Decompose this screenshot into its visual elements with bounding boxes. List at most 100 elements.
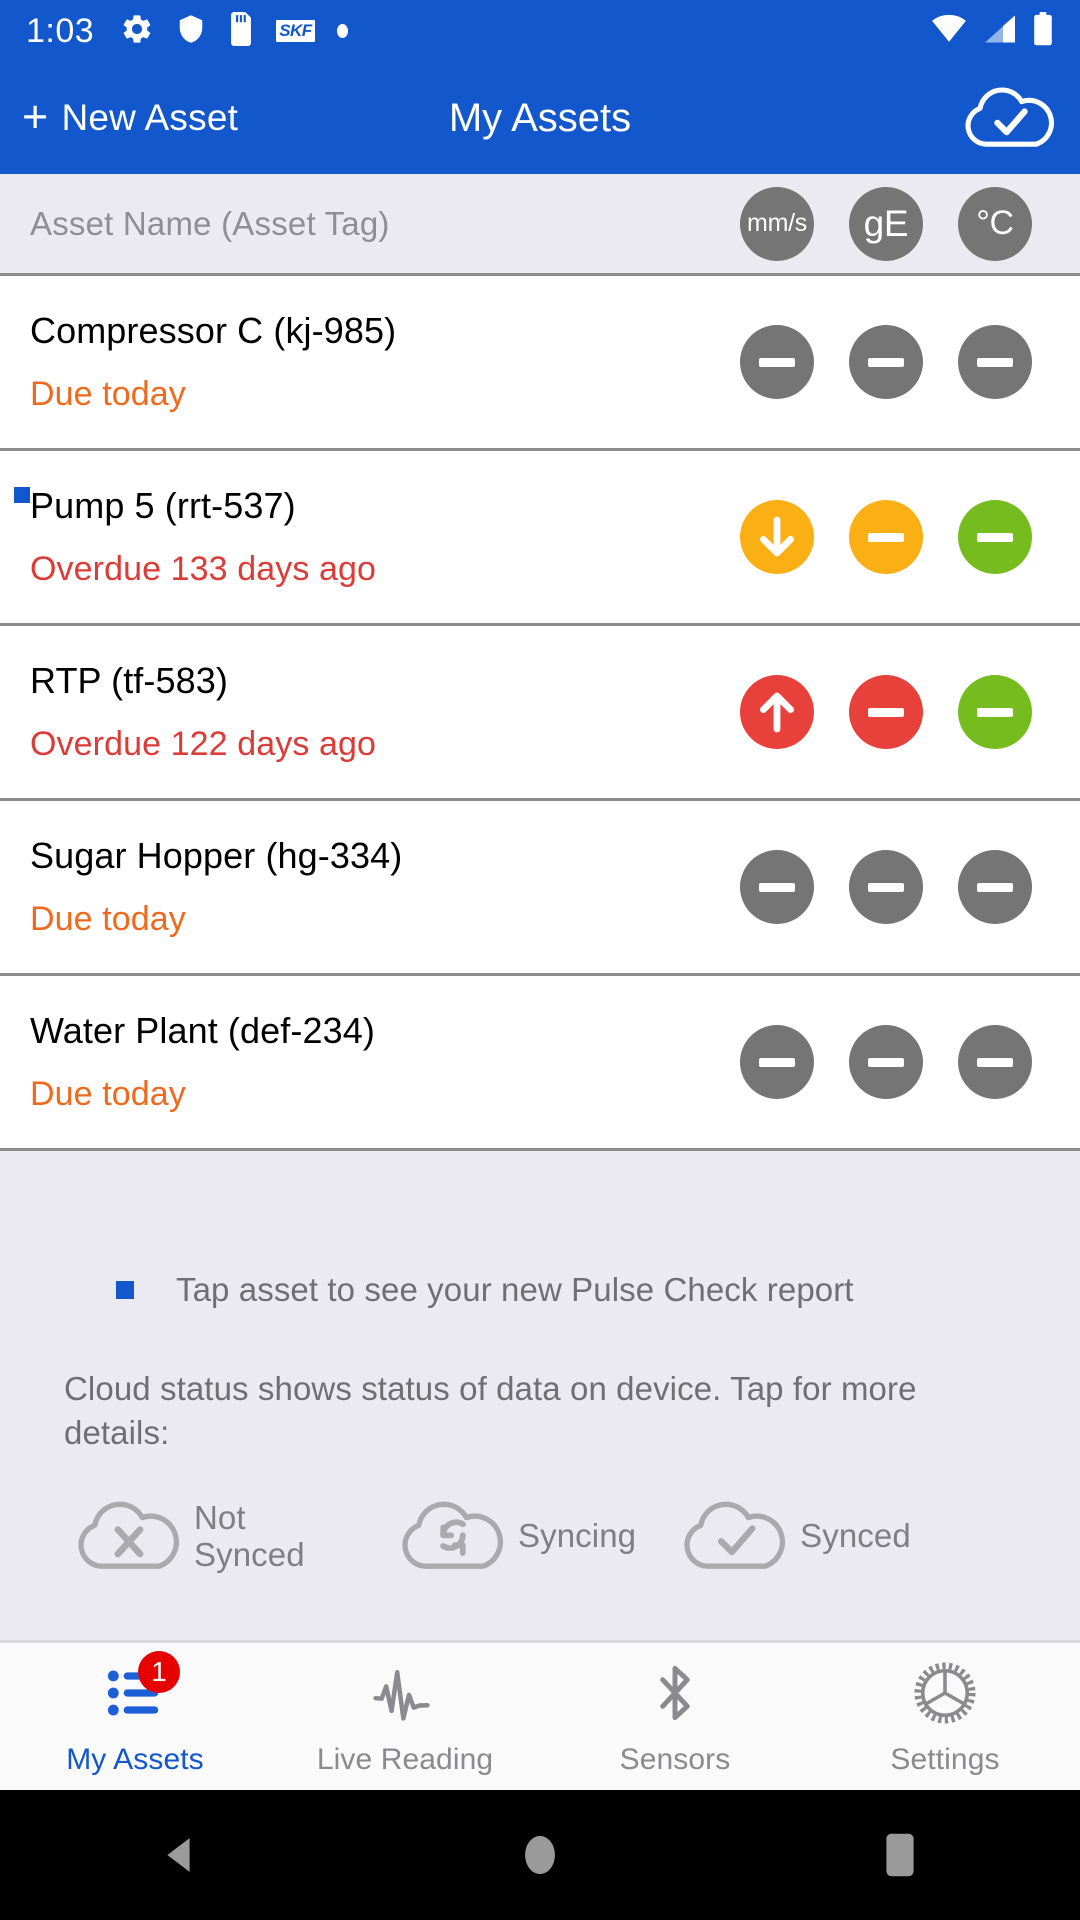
status-bar-system-icons — [930, 11, 1054, 51]
legend-label-syncing: Syncing — [518, 1517, 637, 1555]
asset-info: Pump 5 (rrt-537) Overdue 133 days ago — [30, 485, 740, 588]
back-triangle-icon[interactable] — [115, 1790, 245, 1920]
android-navigation-bar — [0, 1790, 1080, 1920]
asset-name: RTP (tf-583) — [30, 660, 228, 701]
new-asset-label: New Asset — [61, 97, 239, 138]
tab-label-sensors: Sensors — [619, 1742, 731, 1776]
status-indicator-temperature[interactable] — [958, 850, 1032, 924]
status-indicator-group — [740, 1025, 1050, 1099]
app-bar: + New Asset My Assets — [0, 62, 1080, 174]
status-indicator-enveloping[interactable] — [849, 675, 923, 749]
dot-icon — [336, 24, 348, 38]
tab-settings[interactable]: Settings — [810, 1643, 1080, 1790]
home-circle-icon[interactable] — [475, 1790, 605, 1920]
minus-glyph — [977, 532, 1013, 542]
gear-icon — [120, 12, 154, 51]
asset-due-status: Due today — [30, 1075, 186, 1113]
cloud-syncing-icon — [398, 1494, 508, 1579]
shield-icon — [176, 12, 206, 51]
status-indicator-enveloping[interactable] — [849, 500, 923, 574]
bluetooth-icon — [648, 1657, 702, 1729]
asset-row[interactable]: Sugar Hopper (hg-334) Due today — [0, 801, 1080, 976]
status-indicator-velocity[interactable] — [740, 850, 814, 924]
gear-icon — [912, 1657, 978, 1729]
status-indicator-group — [740, 325, 1050, 399]
list-icon: 1 — [104, 1650, 180, 1729]
unit-badge-enveloping[interactable]: gE — [849, 186, 923, 261]
tab-my-assets[interactable]: 1 My Assets — [0, 1643, 270, 1790]
minus-glyph — [977, 707, 1013, 717]
cloud-synced-icon — [962, 81, 1058, 156]
status-indicator-velocity[interactable] — [740, 325, 814, 399]
unit-badge-velocity[interactable]: mm/s — [740, 186, 814, 261]
asset-row[interactable]: Pump 5 (rrt-537) Overdue 133 days ago — [0, 451, 1080, 626]
plus-icon: + — [22, 90, 49, 142]
cloud-synced-icon — [680, 1494, 790, 1579]
battery-icon — [1032, 11, 1054, 51]
tab-label-live-reading: Live Reading — [316, 1742, 494, 1776]
status-indicator-group — [740, 500, 1050, 574]
status-bar-clock: 1:03 — [26, 12, 95, 50]
tab-live-reading[interactable]: Live Reading — [270, 1643, 540, 1790]
asset-info: Water Plant (def-234) Due today — [30, 1010, 740, 1113]
list-column-header: Asset Name (Asset Tag) mm/s gE °C — [0, 174, 1080, 276]
status-indicator-temperature[interactable] — [958, 500, 1032, 574]
status-indicator-enveloping[interactable] — [849, 850, 923, 924]
minus-glyph — [977, 1057, 1013, 1067]
status-indicator-velocity[interactable] — [740, 1025, 814, 1099]
sd-card-icon — [228, 11, 254, 51]
asset-due-status: Overdue 122 days ago — [30, 725, 377, 763]
app-root: 1:03 SKF + New Asset My Assets Asset Nam… — [0, 0, 1080, 1920]
new-report-marker-icon — [14, 487, 30, 503]
recents-square-icon[interactable] — [835, 1790, 965, 1920]
minus-glyph — [759, 882, 795, 892]
cloud-status-button[interactable] — [962, 81, 1058, 156]
minus-glyph — [977, 357, 1013, 367]
asset-name: Sugar Hopper (hg-334) — [30, 835, 403, 876]
minus-glyph — [977, 882, 1013, 892]
asset-row[interactable]: Water Plant (def-234) Due today — [0, 976, 1080, 1151]
legend-item-not-synced[interactable]: Not Synced — [74, 1494, 354, 1579]
asset-due-status: Due today — [30, 900, 186, 938]
arrow-down-glyph — [760, 516, 794, 557]
legend-label-not-synced: Not Synced — [194, 1498, 305, 1573]
cloud-not-synced-icon — [74, 1494, 184, 1579]
tab-label-settings: Settings — [890, 1742, 1000, 1776]
asset-name: Pump 5 (rrt-537) — [30, 485, 296, 526]
asset-name: Water Plant (def-234) — [30, 1010, 375, 1051]
cloud-status-legend: Not Synced Syncing Synced — [28, 1494, 1052, 1579]
asset-row[interactable]: Compressor C (kj-985) Due today — [0, 276, 1080, 451]
android-status-bar: 1:03 SKF — [0, 0, 1080, 62]
asset-info: Compressor C (kj-985) Due today — [30, 310, 740, 412]
cloud-status-note: Cloud status shows status of data on dev… — [64, 1370, 917, 1451]
bottom-tab-bar: 1 My Assets Live Reading Sensors Setting… — [0, 1640, 1080, 1790]
unit-badge-temperature[interactable]: °C — [958, 186, 1032, 261]
legend-item-syncing[interactable]: Syncing — [398, 1494, 636, 1579]
cellular-signal-icon — [982, 14, 1018, 49]
minus-glyph — [868, 357, 904, 367]
status-indicator-temperature[interactable] — [958, 1025, 1032, 1099]
wifi-icon — [930, 14, 968, 49]
column-header-asset-name: Asset Name (Asset Tag) — [30, 204, 390, 242]
status-indicator-velocity[interactable] — [740, 500, 814, 574]
skf-logo-icon: SKF — [276, 20, 315, 42]
status-indicator-temperature[interactable] — [958, 675, 1032, 749]
tab-sensors[interactable]: Sensors — [540, 1643, 810, 1790]
unit-badge-group: mm/s gE °C — [740, 186, 1050, 261]
asset-row[interactable]: RTP (tf-583) Overdue 122 days ago — [0, 626, 1080, 801]
asset-due-status: Overdue 133 days ago — [30, 550, 377, 588]
minus-glyph — [868, 532, 904, 542]
status-indicator-temperature[interactable] — [958, 325, 1032, 399]
legend-item-synced[interactable]: Synced — [680, 1494, 911, 1579]
tab-label-my-assets: My Assets — [66, 1742, 204, 1776]
status-indicator-velocity[interactable] — [740, 675, 814, 749]
minus-glyph — [868, 882, 904, 892]
asset-name: Compressor C (kj-985) — [30, 310, 397, 351]
pulse-check-tip: Tap asset to see your new Pulse Check re… — [28, 1271, 1052, 1309]
pulse-check-tip-label: Tap asset to see your new Pulse Check re… — [176, 1271, 854, 1308]
asset-info: RTP (tf-583) Overdue 122 days ago — [30, 660, 740, 763]
info-panel: Tap asset to see your new Pulse Check re… — [0, 1151, 1080, 1640]
status-indicator-enveloping[interactable] — [849, 325, 923, 399]
status-indicator-enveloping[interactable] — [849, 1025, 923, 1099]
new-asset-button[interactable]: + New Asset — [22, 90, 239, 142]
